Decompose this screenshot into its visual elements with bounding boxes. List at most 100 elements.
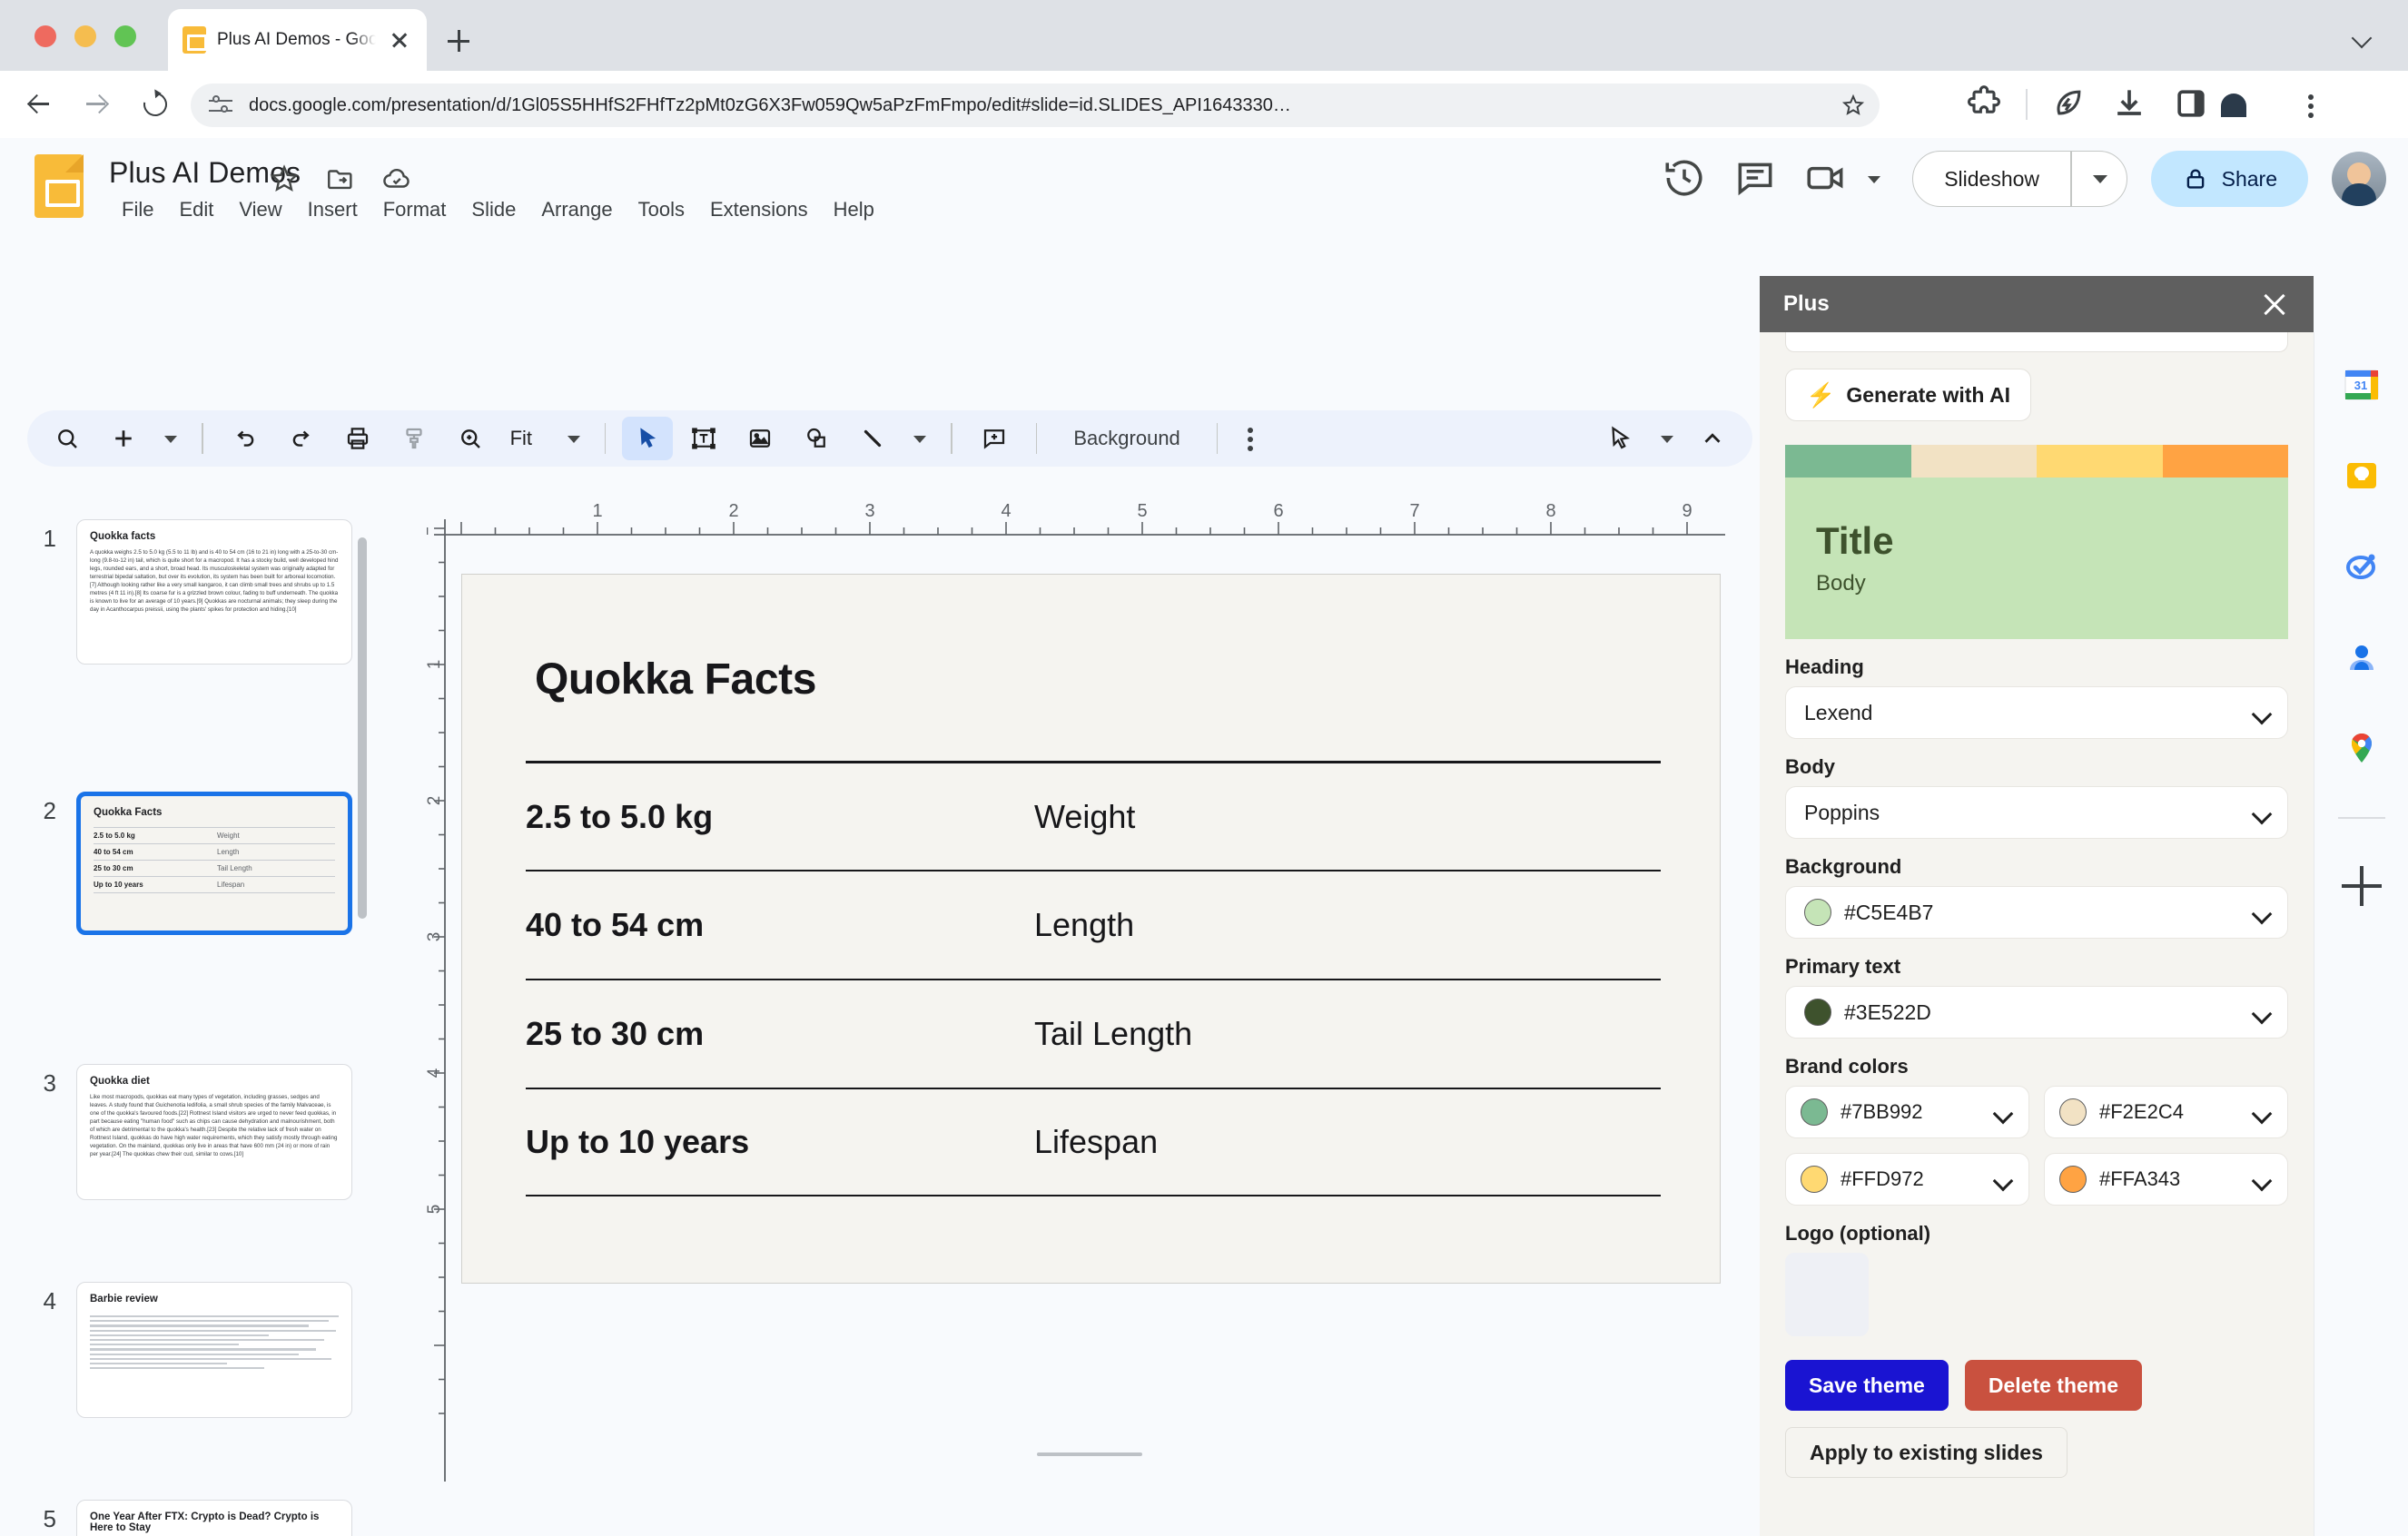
forward-button[interactable] bbox=[74, 84, 116, 125]
slideshow-chevron-down-icon[interactable] bbox=[2072, 151, 2127, 207]
zoom-level-label[interactable]: Fit bbox=[501, 427, 552, 450]
menu-edit[interactable]: Edit bbox=[166, 194, 226, 225]
slide-thumbnail[interactable]: Quokka Facts 2.5 to 5.0 kg Weight 40 to … bbox=[76, 792, 352, 935]
redo-icon[interactable] bbox=[276, 417, 327, 460]
account-avatar[interactable] bbox=[2332, 152, 2386, 206]
download-icon[interactable] bbox=[2109, 84, 2151, 125]
collapse-toolbar-icon[interactable] bbox=[1687, 417, 1738, 460]
filmstrip-slide-3[interactable]: 3Quokka dietLike most macropods, quokkas… bbox=[0, 1064, 352, 1200]
brand-color-select-3[interactable]: #FFD972 bbox=[1785, 1153, 2029, 1206]
slide-title[interactable]: Quokka Facts bbox=[535, 655, 816, 704]
plus-ai-extension-icon[interactable] bbox=[1902, 84, 1944, 125]
laser-pointer-icon[interactable] bbox=[1594, 417, 1645, 460]
close-tab-icon[interactable] bbox=[387, 27, 412, 53]
apply-to-existing-slides-button[interactable]: Apply to existing slides bbox=[1785, 1427, 2068, 1478]
leaf-performance-icon[interactable] bbox=[2048, 84, 2089, 125]
background-color-select[interactable]: #C5E4B7 bbox=[1785, 886, 2288, 939]
menu-tools[interactable]: Tools bbox=[626, 194, 697, 225]
menu-extensions[interactable]: Extensions bbox=[697, 194, 821, 225]
browser-tab[interactable]: Plus AI Demos - Google Slide bbox=[168, 9, 427, 71]
site-settings-icon[interactable] bbox=[207, 92, 234, 119]
slide-thumbnail[interactable]: Quokka dietLike most macropods, quokkas … bbox=[76, 1064, 352, 1200]
zoom-chevron-down-icon[interactable] bbox=[558, 417, 588, 460]
meet-chevron-down-icon[interactable] bbox=[1858, 157, 1889, 201]
filmstrip-slide-4[interactable]: 4Barbie review bbox=[0, 1282, 352, 1418]
logo-upload-box[interactable] bbox=[1785, 1253, 1869, 1336]
add-slide-chevron-down-icon[interactable] bbox=[154, 417, 185, 460]
add-slide-icon[interactable] bbox=[98, 417, 149, 460]
back-button[interactable] bbox=[18, 84, 60, 125]
line-chevron-down-icon[interactable] bbox=[903, 417, 934, 460]
insert-image-icon[interactable] bbox=[735, 417, 785, 460]
delete-theme-button[interactable]: Delete theme bbox=[1965, 1360, 2142, 1411]
menu-arrange[interactable]: Arrange bbox=[528, 194, 625, 225]
share-button[interactable]: Share bbox=[2151, 151, 2308, 207]
more-options-icon[interactable] bbox=[1234, 417, 1267, 460]
text-box-icon[interactable] bbox=[678, 417, 729, 460]
meet-camera-icon[interactable] bbox=[1803, 155, 1850, 202]
table-row[interactable]: 25 to 30 cm Tail Length bbox=[526, 979, 1661, 1088]
theme-name-input[interactable]: Name or short description bbox=[1785, 332, 2288, 352]
tab-search-chevron-down-icon[interactable] bbox=[2350, 24, 2377, 51]
profile-avatar[interactable] bbox=[2233, 84, 2275, 125]
version-history-icon[interactable] bbox=[1662, 155, 1709, 202]
google-keep-icon[interactable] bbox=[2340, 454, 2383, 497]
select-cursor-icon[interactable] bbox=[622, 417, 673, 460]
address-bar[interactable]: docs.google.com/presentation/d/1Gl05S5HH… bbox=[191, 84, 1880, 127]
slide-filmstrip[interactable]: 1Quokka factsA quokka weighs 2.5 to 5.0 … bbox=[0, 501, 381, 1536]
comment-add-icon[interactable] bbox=[969, 417, 1020, 460]
star-icon[interactable] bbox=[269, 163, 300, 194]
puzzle-piece-icon[interactable] bbox=[1964, 84, 2006, 125]
google-tasks-icon[interactable] bbox=[2340, 545, 2383, 588]
slide-thumbnail[interactable]: One Year After FTX: Crypto is Dead? Cryp… bbox=[76, 1500, 352, 1536]
slide-table[interactable]: 2.5 to 5.0 kg Weight 40 to 54 cm Length … bbox=[526, 761, 1661, 1196]
slide-thumbnail[interactable]: Barbie review bbox=[76, 1282, 352, 1418]
google-calendar-icon[interactable]: 31 bbox=[2340, 363, 2383, 407]
menu-insert[interactable]: Insert bbox=[295, 194, 370, 225]
paint-format-icon[interactable] bbox=[389, 417, 439, 460]
brand-color-select-1[interactable]: #7BB992 bbox=[1785, 1086, 2029, 1138]
bookmark-star-icon[interactable] bbox=[1841, 94, 1865, 117]
background-button[interactable]: Background bbox=[1053, 427, 1199, 450]
undo-icon[interactable] bbox=[220, 417, 271, 460]
save-theme-button[interactable]: Save theme bbox=[1785, 1360, 1949, 1411]
three-dot-menu-icon[interactable] bbox=[2295, 84, 2327, 125]
cloud-saved-icon[interactable] bbox=[381, 163, 412, 194]
new-tab-button[interactable] bbox=[438, 20, 479, 62]
filmstrip-slide-5[interactable]: 5One Year After FTX: Crypto is Dead? Cry… bbox=[0, 1500, 352, 1536]
reload-button[interactable] bbox=[134, 84, 176, 125]
menu-file[interactable]: File bbox=[109, 194, 166, 225]
side-panel-icon[interactable] bbox=[2171, 84, 2213, 125]
maximize-window-button[interactable] bbox=[114, 25, 136, 47]
menu-help[interactable]: Help bbox=[821, 194, 887, 225]
filmstrip-slide-2[interactable]: 2Quokka Facts 2.5 to 5.0 kg Weight 40 to… bbox=[0, 792, 352, 935]
slide-thumbnail[interactable]: Quokka factsA quokka weighs 2.5 to 5.0 k… bbox=[76, 519, 352, 665]
filmstrip-slide-1[interactable]: 1Quokka factsA quokka weighs 2.5 to 5.0 … bbox=[0, 519, 352, 665]
current-slide[interactable]: Quokka Facts 2.5 to 5.0 kg Weight 40 to … bbox=[461, 574, 1721, 1284]
filmstrip-scrollbar[interactable] bbox=[358, 537, 367, 919]
line-icon[interactable] bbox=[847, 417, 898, 460]
brand-color-select-2[interactable]: #F2E2C4 bbox=[2044, 1086, 2288, 1138]
body-font-select[interactable]: Poppins bbox=[1785, 786, 2288, 839]
pointer-chevron-down-icon[interactable] bbox=[1651, 417, 1682, 460]
google-contacts-icon[interactable] bbox=[2340, 635, 2383, 679]
primary-text-color-select[interactable]: #3E522D bbox=[1785, 986, 2288, 1039]
brand-color-select-4[interactable]: #FFA343 bbox=[2044, 1153, 2288, 1206]
table-row[interactable]: Up to 10 years Lifespan bbox=[526, 1088, 1661, 1196]
shape-icon[interactable] bbox=[791, 417, 842, 460]
close-window-button[interactable] bbox=[35, 25, 56, 47]
comment-icon[interactable] bbox=[1732, 155, 1780, 202]
google-maps-icon[interactable] bbox=[2340, 726, 2383, 770]
menu-slide[interactable]: Slide bbox=[459, 194, 528, 225]
slide-canvas[interactable]: Quokka Facts 2.5 to 5.0 kg Weight 40 to … bbox=[427, 537, 1752, 1500]
close-icon[interactable] bbox=[2259, 289, 2290, 320]
table-row[interactable]: 2.5 to 5.0 kg Weight bbox=[526, 761, 1661, 870]
menu-format[interactable]: Format bbox=[370, 194, 459, 225]
slideshow-button[interactable]: Slideshow bbox=[1912, 151, 2127, 207]
notes-resize-handle[interactable] bbox=[1037, 1452, 1142, 1456]
move-to-folder-icon[interactable] bbox=[325, 163, 356, 194]
generate-with-ai-button[interactable]: ⚡ Generate with AI bbox=[1785, 369, 2031, 421]
table-row[interactable]: 40 to 54 cm Length bbox=[526, 870, 1661, 979]
add-app-icon[interactable] bbox=[2342, 866, 2382, 906]
minimize-window-button[interactable] bbox=[74, 25, 96, 47]
